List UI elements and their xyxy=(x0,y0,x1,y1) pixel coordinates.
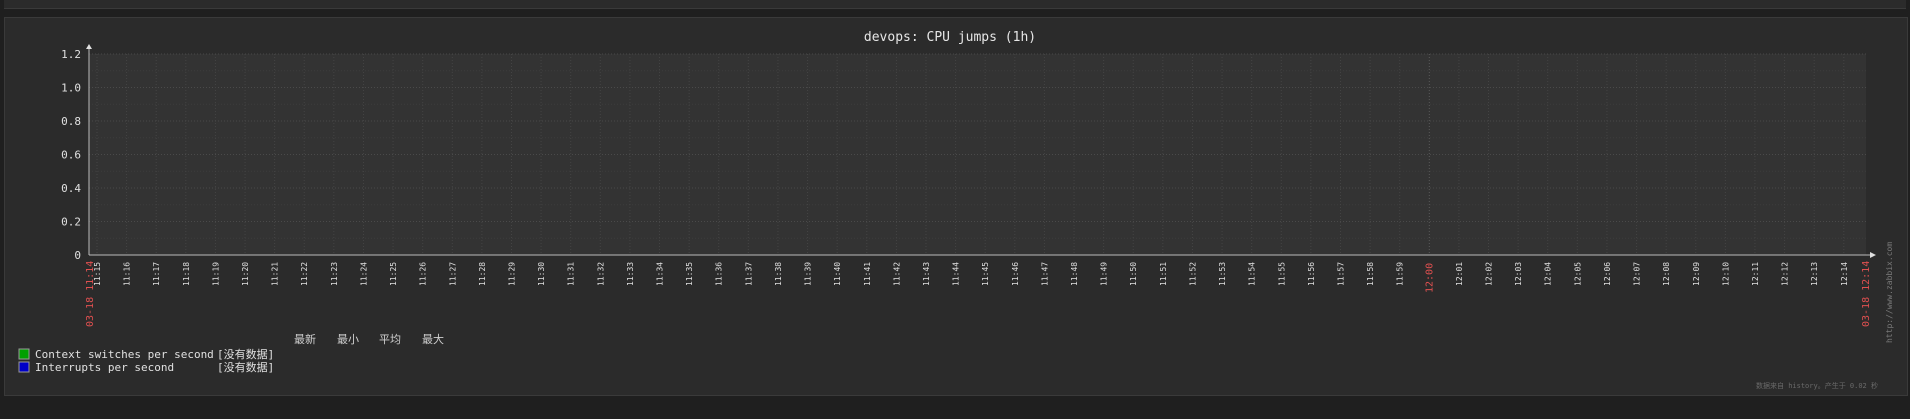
x-tick-label: 11:53 xyxy=(1218,262,1227,286)
legend-header-min: 最小 xyxy=(337,333,359,346)
legend-status-context-switches: [没有数据] xyxy=(217,347,274,361)
y-tick-label: 0.2 xyxy=(61,216,81,229)
x-tick-label: 11:22 xyxy=(300,262,309,286)
x-tick-label: 12:12 xyxy=(1781,262,1790,286)
x-tick-label: 11:56 xyxy=(1307,262,1316,286)
x-tick-label: 12:02 xyxy=(1485,262,1494,286)
x-tick-label: 12:03 xyxy=(1514,262,1523,286)
y-tick-label: 0.6 xyxy=(61,149,81,162)
legend: 最新 最小 平均 最大 Context switches per second … xyxy=(18,332,444,374)
x-tick-label: 12:08 xyxy=(1662,262,1671,286)
x-tick-label: 11:37 xyxy=(744,262,753,286)
x-tick-label: 11:25 xyxy=(389,262,398,286)
x-tick-label: 11:29 xyxy=(507,262,516,286)
x-tick-label: 12:11 xyxy=(1751,262,1760,286)
x-tick-label: 11:17 xyxy=(152,262,161,286)
x-tick-label: 11:36 xyxy=(715,262,724,286)
y-axis-ticks: 0 0.2 0.4 0.6 0.8 1.0 1.2 xyxy=(61,48,81,262)
y-tick-label: 0.4 xyxy=(61,182,81,195)
y-tick-label: 1.2 xyxy=(61,48,81,61)
x-tick-label: 11:44 xyxy=(952,262,961,286)
x-tick-label: 11:23 xyxy=(330,262,339,286)
x-axis-arrow xyxy=(1870,252,1876,258)
x-tick-label: 11:19 xyxy=(211,262,220,286)
x-tick-label: 11:49 xyxy=(1100,262,1109,286)
x-tick-label: 11:42 xyxy=(892,262,901,286)
cpu-jumps-graph: devops: CPU jumps (1h) 0 0.2 0.4 0.6 0.8 1.0 1… xyxy=(18,30,1894,390)
x-tick-label: 11:39 xyxy=(804,262,813,286)
legend-swatch-interrupts xyxy=(18,361,30,373)
x-tick-label: 11:57 xyxy=(1336,262,1345,286)
legend-header-last: 最新 xyxy=(294,332,316,346)
x-end-label: 03-18 12:14 xyxy=(1861,261,1872,327)
x-tick-label: 12:14 xyxy=(1840,262,1849,286)
x-tick-label: 12:06 xyxy=(1603,262,1612,286)
x-tick-label: 11:59 xyxy=(1396,262,1405,286)
y-tick-label: 0 xyxy=(74,249,81,262)
x-tick-label: 11:50 xyxy=(1129,262,1138,286)
x-tick-label: 11:46 xyxy=(1011,262,1020,286)
legend-label-interrupts: Interrupts per second xyxy=(35,361,174,374)
x-tick-label: 11:51 xyxy=(1159,262,1168,286)
legend-header-avg: 平均 xyxy=(379,333,401,346)
x-tick-label: 11:33 xyxy=(626,262,635,286)
x-tick-label: 11:20 xyxy=(241,262,250,286)
x-tick-label: 11:38 xyxy=(774,262,783,286)
x-tick-label: 11:58 xyxy=(1366,262,1375,286)
x-tick-label: 12:13 xyxy=(1810,262,1819,286)
x-tick-label: 12:05 xyxy=(1573,262,1582,286)
x-axis-ticks: 11:15 11:16 11:17 11:18 11:19 11:20 11:21 11:22… xyxy=(93,262,1849,293)
legend-label-context-switches: Context switches per second xyxy=(35,348,214,361)
x-tick-label: 11:26 xyxy=(419,262,428,286)
x-tick-label: 12:07 xyxy=(1633,262,1642,286)
x-start-label: 03-18 11:14 xyxy=(85,261,96,327)
x-tick-label: 12:10 xyxy=(1721,262,1730,286)
x-tick-label: 11:30 xyxy=(537,262,546,286)
x-tick-label: 11:18 xyxy=(182,262,191,286)
x-tick-label: 11:24 xyxy=(359,262,368,286)
watermark: http://www.zabbix.com xyxy=(1885,242,1894,343)
x-tick-label: 11:28 xyxy=(478,262,487,286)
x-tick-label: 11:35 xyxy=(685,262,694,286)
legend-swatch-context-switches xyxy=(18,348,30,360)
legend-header-max: 最大 xyxy=(422,332,444,346)
x-tick-label: 12:00 xyxy=(1424,263,1435,293)
y-tick-label: 1.0 xyxy=(61,82,81,95)
x-tick-label: 12:04 xyxy=(1544,262,1553,286)
x-tick-label: 11:43 xyxy=(922,262,931,286)
x-tick-label: 11:41 xyxy=(863,262,872,286)
x-tick-label: 12:09 xyxy=(1692,262,1701,286)
y-tick-label: 0.8 xyxy=(61,115,81,128)
legend-status-interrupts: [没有数据] xyxy=(217,360,274,374)
x-tick-label: 11:16 xyxy=(123,262,132,286)
x-tick-label: 11:52 xyxy=(1188,262,1197,286)
x-tick-label: 12:01 xyxy=(1455,262,1464,286)
x-tick-label: 11:54 xyxy=(1248,262,1257,286)
x-tick-label: 11:34 xyxy=(656,262,665,286)
x-tick-label: 11:47 xyxy=(1040,262,1049,286)
chart-title: devops: CPU jumps (1h) xyxy=(864,30,1036,45)
x-tick-label: 11:32 xyxy=(596,262,605,286)
x-tick-label: 11:55 xyxy=(1277,262,1286,286)
footer-note: 数据来自 history。产生于 0.02 秒 xyxy=(1756,381,1878,390)
x-tick-label: 11:31 xyxy=(567,262,576,286)
x-tick-label: 11:27 xyxy=(448,262,457,286)
x-tick-label: 11:45 xyxy=(981,262,990,286)
x-tick-label: 11:21 xyxy=(271,262,280,286)
x-tick-label: 11:48 xyxy=(1070,262,1079,286)
x-tick-label: 11:40 xyxy=(833,262,842,286)
y-axis-arrow xyxy=(86,44,92,49)
